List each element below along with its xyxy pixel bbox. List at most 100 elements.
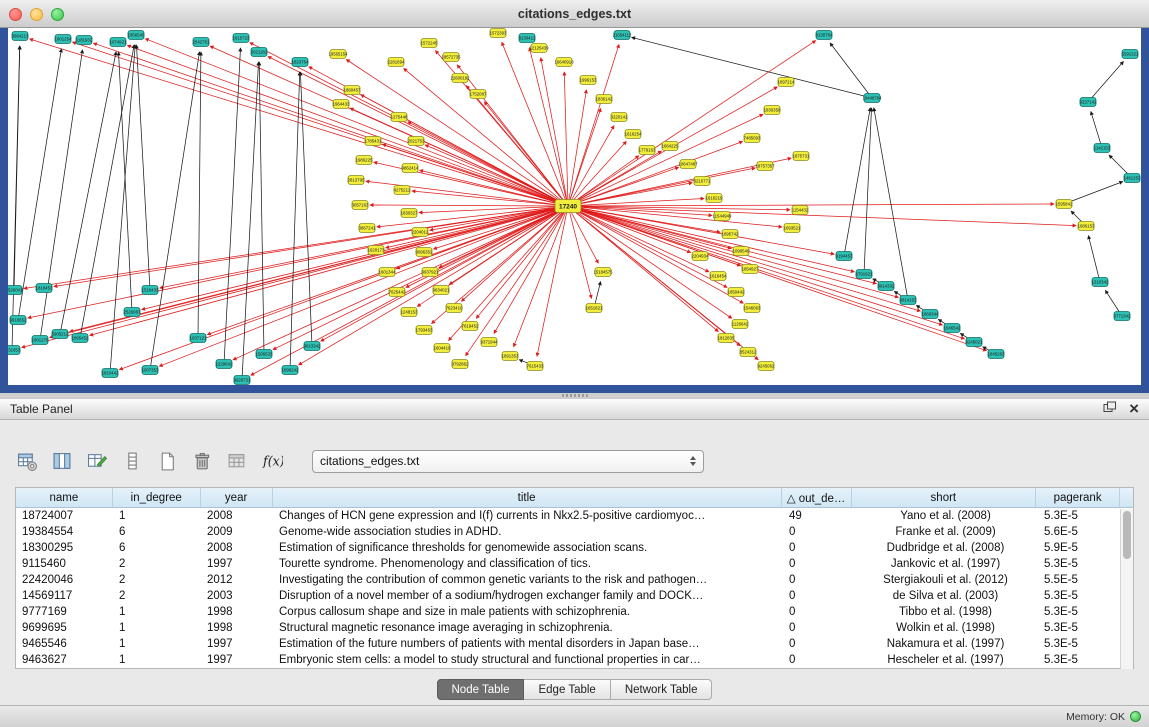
graph-node[interactable]: 7623410	[446, 304, 463, 313]
graph-node[interactable]: 1229642	[216, 360, 233, 369]
graph-node[interactable]: 9814153	[900, 296, 917, 305]
graph-node[interactable]: 3867241	[359, 224, 376, 233]
graph-edge[interactable]	[28, 206, 568, 318]
table-row[interactable]: 1456911722003Disruption of a novel membe…	[16, 588, 1133, 604]
graph-node[interactable]: 1986225	[356, 156, 373, 165]
graph-node[interactable]: 3220141	[611, 113, 628, 122]
tab-edge-table[interactable]: Edge Table	[524, 679, 610, 700]
graph-edge[interactable]	[844, 108, 870, 256]
graph-node[interactable]: 1693521	[784, 224, 801, 233]
graph-node[interactable]: 17240	[555, 200, 581, 213]
graph-edge[interactable]	[568, 206, 965, 339]
graph-node[interactable]: 4275212	[394, 186, 411, 195]
graph-node[interactable]: 1154432	[792, 206, 809, 215]
graph-node[interactable]: 1616454	[710, 272, 727, 281]
graph-node[interactable]: 8524312	[740, 348, 757, 357]
table-scrollbar[interactable]	[1120, 509, 1133, 669]
graph-node[interactable]: 1248153	[401, 308, 418, 317]
graph-node[interactable]: 5905212	[52, 330, 69, 339]
graph-node[interactable]: 18572735	[441, 53, 461, 62]
graph-node[interactable]: 9926731	[234, 376, 251, 385]
graph-node[interactable]: 6771342	[1114, 312, 1131, 321]
graph-edge[interactable]	[1088, 62, 1123, 103]
graph-edge[interactable]	[40, 50, 83, 340]
graph-edge[interactable]	[12, 46, 20, 350]
graph-edge[interactable]	[142, 206, 568, 310]
graph-node[interactable]: 1830327	[401, 209, 418, 218]
graph-node[interactable]: 1895452	[72, 334, 89, 343]
graph-node[interactable]: 2021182	[251, 48, 268, 57]
graph-node[interactable]: 1007353	[142, 366, 159, 375]
float-panel-icon[interactable]	[1103, 400, 1117, 418]
column-header-name[interactable]: name	[16, 488, 113, 507]
graph-node[interactable]: 1506533	[256, 350, 273, 359]
graph-node[interactable]: 1752087	[470, 90, 487, 99]
column-header-pagerank[interactable]: pagerank	[1036, 488, 1120, 507]
graph-node[interactable]: 1601344	[379, 268, 396, 277]
graph-node[interactable]: 9862414	[402, 164, 419, 173]
table-row[interactable]: 946362711997Embryonic stem cells: a mode…	[16, 652, 1133, 668]
graph-node[interactable]: 8130412	[519, 34, 536, 43]
table-row[interactable]: 2242004622012Investigating the contribut…	[16, 572, 1133, 588]
graph-edge[interactable]	[370, 205, 568, 206]
graph-node[interactable]: 1046542	[944, 324, 961, 333]
graph-edge[interactable]	[494, 206, 568, 333]
graph-node[interactable]: 1956540	[128, 31, 145, 40]
graph-node[interactable]: 1785431	[365, 137, 382, 146]
graph-edge[interactable]	[830, 43, 872, 98]
graph-node[interactable]: 1823764	[292, 58, 309, 67]
graph-node[interactable]: 1664225	[662, 142, 679, 151]
graph-node[interactable]: 2526041	[8, 286, 23, 295]
zoom-window-button[interactable]	[51, 8, 64, 21]
graph-node[interactable]: 16640910	[554, 58, 574, 67]
graph-node[interactable]: 1615723	[233, 34, 250, 43]
graph-node[interactable]: 1616254	[625, 130, 642, 139]
table-row[interactable]: 911546021997Tourette syndrome. Phenomeno…	[16, 556, 1133, 572]
graph-node[interactable]: 1142153	[1094, 144, 1111, 153]
graph-edge[interactable]	[242, 62, 259, 380]
graph-node[interactable]: 2204012	[412, 228, 429, 237]
graph-node[interactable]: 1875731	[793, 152, 810, 161]
graph-edge[interactable]	[210, 46, 568, 206]
graph-edge[interactable]	[568, 204, 1054, 206]
graph-edge[interactable]	[73, 42, 569, 206]
table-row[interactable]: 1830029562008Estimation of significance …	[16, 540, 1133, 556]
graph-node[interactable]: 2204934	[692, 252, 709, 261]
graph-node[interactable]: 1651821	[586, 304, 603, 313]
graph-node[interactable]: 9613342	[304, 342, 321, 351]
graph-edge[interactable]	[60, 52, 116, 334]
graph-node[interactable]: 18757357	[755, 162, 775, 171]
graph-edge[interactable]	[290, 72, 300, 370]
column-header-title[interactable]: title	[273, 488, 782, 507]
graph-node[interactable]: 1616219	[706, 194, 723, 203]
table-row[interactable]: 1872400712008Changes of HCN gene express…	[16, 508, 1133, 524]
column-header-in_degree[interactable]: in_degree	[113, 488, 201, 507]
graph-node[interactable]: 1836142	[596, 95, 613, 104]
graph-edge[interactable]	[94, 43, 569, 206]
graph-node[interactable]: 9937921	[422, 268, 439, 277]
close-panel-icon[interactable]: ×	[1129, 402, 1139, 416]
graph-node[interactable]: 1897214	[778, 78, 795, 87]
graph-node[interactable]: 1099546	[733, 247, 750, 256]
show-columns-icon[interactable]	[49, 448, 76, 475]
function-builder-icon[interactable]: f(x)	[259, 448, 286, 475]
new-table-icon[interactable]	[154, 448, 181, 475]
window-titlebar[interactable]: citations_edges.txt	[0, 0, 1149, 28]
graph-node[interactable]: 1461253	[1124, 174, 1141, 183]
table-row[interactable]: 946554611997Estimation of the future num…	[16, 636, 1133, 652]
graph-node[interactable]: 1572393	[490, 29, 507, 38]
graph-edge[interactable]	[568, 206, 920, 311]
graph-node[interactable]: 19565154	[328, 50, 348, 59]
scrollbar-thumb[interactable]	[1123, 511, 1131, 559]
graph-node[interactable]: 1818453	[36, 284, 53, 293]
graph-edge[interactable]	[564, 72, 568, 206]
graph-node[interactable]: 9814332	[878, 282, 895, 291]
graph-node[interactable]: 6791921	[856, 270, 873, 279]
graph-node[interactable]: 1854927	[742, 265, 759, 274]
graph-node[interactable]: 10647487	[678, 160, 698, 169]
graph-node[interactable]: 1845263	[988, 350, 1005, 359]
graph-node[interactable]: 3057163	[352, 201, 369, 210]
column-header-short[interactable]: short	[852, 488, 1037, 507]
close-window-button[interactable]	[9, 8, 22, 21]
graph-node[interactable]: 1793463	[416, 326, 433, 335]
